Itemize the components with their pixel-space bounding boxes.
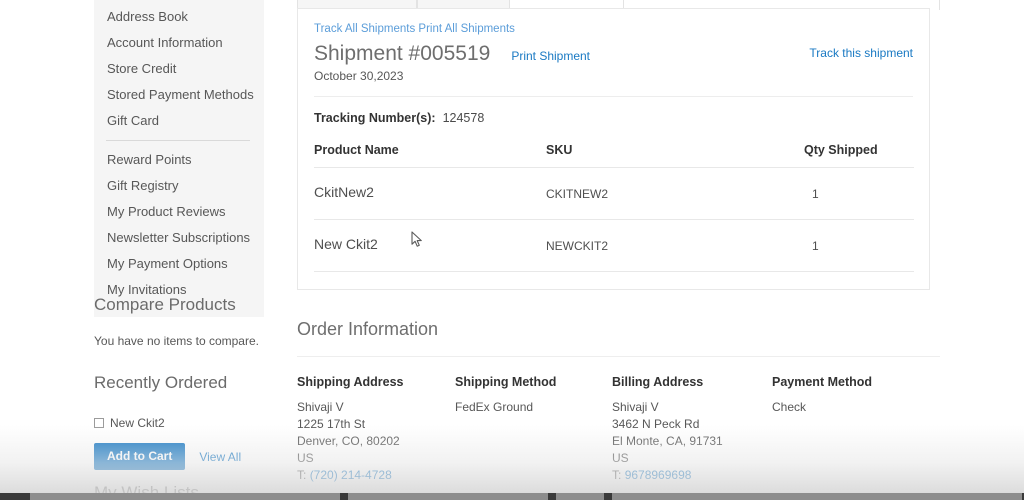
billing-address-column: Billing Address Shivaji V 3462 N Peck Rd…: [612, 374, 772, 484]
shipment-header-divider: [314, 96, 913, 97]
track-this-shipment-link[interactable]: Track this shipment: [809, 46, 913, 60]
compare-products-heading: Compare Products: [94, 295, 236, 314]
track-all-shipments-link[interactable]: Track All Shipments: [314, 23, 415, 35]
cell-qty-shipped: 1: [804, 167, 914, 220]
page-viewport: Address Book Account Information Store C…: [0, 0, 1024, 500]
sidebar-item-gift-registry[interactable]: Gift Registry: [94, 173, 264, 199]
sidebar-item-address-book[interactable]: Address Book: [94, 4, 264, 30]
order-information-divider: [297, 356, 940, 357]
recently-ordered-item-label: New Ckit2: [110, 416, 165, 430]
shipping-address-city-state-zip: Denver, CO, 80202: [297, 434, 400, 448]
cell-product-name: New Ckit2: [314, 219, 546, 272]
view-all-link[interactable]: View All: [199, 450, 241, 464]
table-header-row: Product Name SKU Qty Shipped: [314, 143, 914, 168]
billing-address-street: 3462 N Peck Rd: [612, 417, 700, 431]
order-information-columns: Shipping Address Shivaji V 1225 17th St …: [297, 374, 940, 484]
shipping-method-value: FedEx Ground: [455, 400, 534, 414]
column-header-sku: SKU: [546, 143, 804, 168]
taskbar-segment-2[interactable]: [348, 493, 548, 500]
billing-address-body: Shivaji V 3462 N Peck Rd El Monte, CA, 9…: [612, 399, 772, 484]
sidebar-item-newsletter-subscriptions[interactable]: Newsletter Subscriptions: [94, 225, 264, 251]
billing-address-heading: Billing Address: [612, 375, 704, 389]
shipment-panel: Track All Shipments Print All Shipments …: [297, 8, 930, 290]
payment-method-column: Payment Method Check: [772, 374, 932, 484]
add-to-cart-button[interactable]: Add to Cart: [94, 443, 186, 470]
print-shipment-link[interactable]: Print Shipment: [511, 49, 590, 63]
recently-ordered-block: Recently Ordered New Ckit2 Add to Cart V…: [94, 373, 294, 470]
recently-ordered-item: New Ckit2: [94, 415, 294, 431]
cell-qty-shipped-value: 1: [812, 239, 819, 253]
cell-sku: CKITNEW2: [546, 167, 804, 220]
taskbar-segment-1[interactable]: [30, 493, 340, 500]
billing-address-country: US: [612, 451, 629, 465]
tracking-number-label: Tracking Number(s):: [314, 111, 436, 125]
shipping-method-heading: Shipping Method: [455, 375, 557, 389]
sidebar-item-account-information[interactable]: Account Information: [94, 30, 264, 56]
shipping-address-column: Shipping Address Shivaji V 1225 17th St …: [297, 374, 455, 484]
column-header-product-name: Product Name: [314, 143, 546, 168]
shipping-address-phone-row: T: (720) 214-4728: [297, 467, 455, 484]
order-information-title: Order Information: [297, 319, 439, 339]
compare-products-block: Compare Products You have no items to co…: [94, 295, 294, 349]
shipping-method-body: FedEx Ground: [455, 399, 612, 416]
shipment-top-links: Track All Shipments Print All Shipments: [314, 22, 913, 36]
account-nav-block: Address Book Account Information Store C…: [94, 0, 264, 317]
shipping-phone-prefix: T:: [297, 468, 307, 482]
taskbar-segment-4[interactable]: [612, 493, 1022, 500]
recently-ordered-actions: Add to Cart View All: [94, 443, 294, 470]
sidebar-item-store-credit[interactable]: Store Credit: [94, 56, 264, 82]
shipping-address-street: 1225 17th St: [297, 417, 366, 431]
shipment-date: October 30,2023: [314, 69, 404, 83]
table-row: New Ckit2 NEWCKIT2 1: [314, 219, 914, 272]
payment-method-value: Check: [772, 400, 807, 414]
tracking-number-value: 124578: [442, 111, 485, 125]
tracking-number-row: Tracking Number(s): 124578: [314, 111, 913, 125]
recently-ordered-heading: Recently Ordered: [94, 373, 228, 392]
cell-qty-shipped-value: 1: [812, 187, 819, 201]
sidebar-item-my-product-reviews[interactable]: My Product Reviews: [94, 199, 264, 225]
table-row: CkitNew2 CKITNEW2 1: [314, 167, 914, 220]
sidebar-item-stored-payment-methods[interactable]: Stored Payment Methods: [94, 82, 264, 108]
payment-method-heading: Payment Method: [772, 375, 873, 389]
sidebar-item-my-payment-options[interactable]: My Payment Options: [94, 251, 264, 277]
billing-phone-prefix: T:: [612, 468, 622, 482]
cell-qty-shipped: 1: [804, 219, 914, 272]
cell-product-name: CkitNew2: [314, 167, 546, 220]
print-all-shipments-link[interactable]: Print All Shipments: [418, 23, 515, 35]
billing-address-city-state-zip: El Monte, CA, 91731: [612, 434, 723, 448]
shipping-address-name: Shivaji V: [297, 400, 344, 414]
sidebar-item-gift-card[interactable]: Gift Card: [94, 108, 264, 134]
sidebar-divider: [106, 140, 250, 141]
taskbar-segment-3[interactable]: [556, 493, 604, 500]
shipping-address-country: US: [297, 451, 314, 465]
billing-address-phone-row: T: 9678969698: [612, 467, 772, 484]
shipping-phone-link[interactable]: (720) 214-4728: [310, 468, 392, 482]
recently-ordered-checkbox[interactable]: [94, 418, 104, 428]
shipment-items-table: Product Name SKU Qty Shipped CkitNew2 CK…: [314, 143, 914, 272]
billing-phone-link[interactable]: 9678969698: [625, 468, 692, 482]
shipping-method-column: Shipping Method FedEx Ground: [455, 374, 612, 484]
sidebar-item-reward-points[interactable]: Reward Points: [94, 147, 264, 173]
column-header-qty-shipped: Qty Shipped: [804, 143, 914, 168]
payment-method-body: Check: [772, 399, 932, 416]
cell-sku: NEWCKIT2: [546, 219, 804, 272]
page-title: Shipment #005519: [314, 42, 491, 65]
billing-address-name: Shivaji V: [612, 400, 659, 414]
shipping-address-body: Shivaji V 1225 17th St Denver, CO, 80202…: [297, 399, 455, 484]
shipment-title-row: Shipment #005519 Print Shipment Track th…: [314, 41, 913, 67]
compare-products-empty-text: You have no items to compare.: [94, 334, 259, 348]
account-sidebar: Address Book Account Information Store C…: [94, 0, 264, 317]
order-information-section: Order Information Shipping Address Shiva…: [297, 318, 940, 484]
taskbar: [0, 493, 1024, 500]
shipping-address-heading: Shipping Address: [297, 375, 404, 389]
